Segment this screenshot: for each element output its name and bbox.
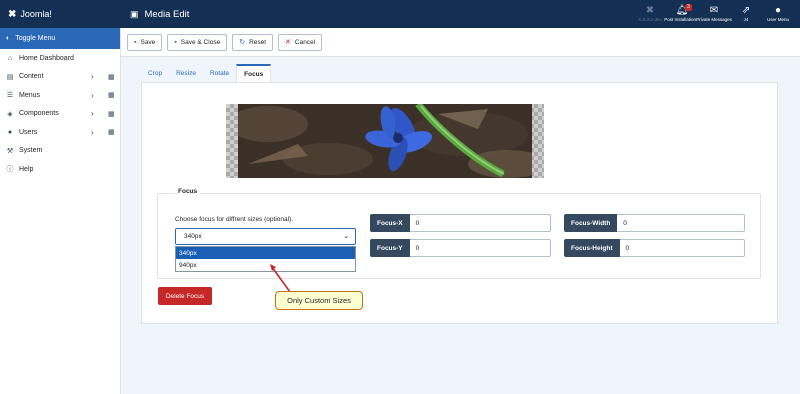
info-icon: ⓘ <box>6 166 14 174</box>
sidebar-item-label: System <box>19 147 43 155</box>
cancel-button[interactable]: ✕ Cancel <box>278 33 323 51</box>
reset-label: Reset <box>249 38 267 46</box>
sidebar-item-menus[interactable]: ☰ Menus › ▦ <box>0 86 120 105</box>
post-installation-button[interactable]: 🔔︎ 3 Post Installation... <box>664 0 700 28</box>
home-icon: ⌂ <box>7 54 13 62</box>
version-label: X.X.X.x dev <box>638 17 662 22</box>
file-icon: ▤ <box>6 73 14 81</box>
save-close-button[interactable]: ▪ Save & Close <box>167 33 228 51</box>
sidebar-item-label: Components <box>19 110 59 118</box>
close-icon: ✕ <box>285 39 291 46</box>
brand-name: Joomla! <box>20 9 52 19</box>
sidebar-item-content[interactable]: ▤ Content › ▦ <box>0 68 120 87</box>
private-messages-label: Private Messages <box>696 17 732 22</box>
sidebar-item-label: Home Dashboard <box>19 54 74 62</box>
edit-tabs: Crop Resize Rotate Focus <box>141 64 272 82</box>
dashboard-grid-icon[interactable]: ▦ <box>108 91 115 99</box>
flower-photo-graphic <box>238 104 532 178</box>
focus-width-input[interactable]: 0 <box>617 214 745 232</box>
joomla-logo[interactable]: ✖ Joomla! <box>0 0 121 28</box>
sidebar-item-label: Content <box>19 73 44 81</box>
external-link-icon: ⇗ <box>741 5 751 16</box>
user-menu-button[interactable]: ● User Menu <box>762 0 794 28</box>
version-link[interactable]: ✖ X.X.X.x dev <box>634 0 666 28</box>
focus-legend: Focus <box>175 188 201 195</box>
sidebar-item-label: Help <box>19 165 34 173</box>
user-icon: ● <box>774 5 782 16</box>
dashboard-grid-icon[interactable]: ▦ <box>108 73 115 81</box>
private-messages-button[interactable]: ✉ Private Messages <box>696 0 732 28</box>
user-menu-label: User Menu <box>766 17 789 22</box>
dashboard-grid-icon[interactable]: ▦ <box>108 128 115 136</box>
toggle-menu-label: Toggle Menu <box>15 35 56 42</box>
list-icon: ☰ <box>6 92 14 100</box>
refresh-icon: ↻ <box>239 39 246 46</box>
sidebar-item-label: Menus <box>19 91 41 99</box>
annotation-callout: Only Custom Sizes <box>275 291 363 310</box>
chevron-down-icon: ⌄ <box>343 233 349 240</box>
joomla-icon: ✖ <box>8 8 17 20</box>
focus-height-input[interactable]: 0 <box>619 239 745 257</box>
joomla-icon: ✖ <box>645 5 655 16</box>
chevron-right-icon[interactable]: › <box>91 109 94 118</box>
focus-x-label: Focus-X <box>370 214 410 232</box>
save-label: Save <box>140 38 156 46</box>
tab-rotate[interactable]: Rotate <box>203 64 236 82</box>
image-preview[interactable] <box>226 104 544 178</box>
users-icon: ● <box>7 128 13 136</box>
focus-width-label: Focus-Width <box>564 214 618 232</box>
chevron-right-icon[interactable]: › <box>91 72 94 81</box>
focus-height-group: Focus-Height 0 <box>564 239 745 257</box>
header-actions: ✖ X.X.X.x dev 🔔︎ 3 Post Installation... … <box>634 0 794 28</box>
delete-focus-button[interactable]: Delete Focus <box>158 287 212 305</box>
sidebar-item-system[interactable]: ⚒ System <box>0 142 120 161</box>
top-header: ✖ Joomla! ▣ Media Edit ✖ X.X.X.x dev 🔔︎ … <box>0 0 800 28</box>
focus-y-input[interactable]: 0 <box>409 239 551 257</box>
post-installation-label: Post Installation... <box>664 17 700 22</box>
chevron-right-icon[interactable]: › <box>91 128 94 137</box>
toggle-icon: ◐ <box>6 35 11 42</box>
focus-x-input[interactable]: 0 <box>409 214 551 232</box>
reset-button[interactable]: ↻ Reset <box>232 33 274 51</box>
focus-size-select[interactable]: 340px ⌄ <box>175 228 356 245</box>
image-icon: ▣ <box>130 8 139 19</box>
sidebar: ◐ Toggle Menu ⌂ Home Dashboard ▤ Content… <box>0 28 121 394</box>
flower-photo <box>238 104 532 178</box>
tab-crop[interactable]: Crop <box>141 64 169 82</box>
dashboard-grid-icon[interactable]: ▦ <box>108 110 115 118</box>
toggle-menu-button[interactable]: ◐ Toggle Menu <box>0 28 120 49</box>
focus-y-label: Focus-Y <box>370 239 410 257</box>
notification-badge: 3 <box>685 4 692 11</box>
toolbar: ▪ Save ▪ Save & Close ↻ Reset ✕ Cancel <box>121 28 800 57</box>
selected-size: 340px <box>184 233 202 240</box>
cubes-icon: ◈ <box>7 110 13 118</box>
site-link-button[interactable]: ⇗ J4 <box>730 0 762 28</box>
tab-focus[interactable]: Focus <box>236 64 272 82</box>
sidebar-item-label: Users <box>19 128 38 136</box>
sidebar-item-help[interactable]: ⓘ Help <box>0 160 120 179</box>
page-title: ▣ Media Edit <box>121 9 189 20</box>
wrench-icon: ⚒ <box>6 147 14 155</box>
envelope-icon: ✉ <box>709 5 719 16</box>
page-title-text: Media Edit <box>144 8 190 20</box>
site-link-label: J4 <box>743 17 749 22</box>
sidebar-item-components[interactable]: ◈ Components › ▦ <box>0 105 120 124</box>
chevron-right-icon[interactable]: › <box>91 91 94 100</box>
save-icon: ▪ <box>134 38 137 46</box>
focus-size-hint: Choose focus for diffrent sizes (optiona… <box>175 216 294 223</box>
cancel-label: Cancel <box>294 38 316 46</box>
sidebar-item-home-dashboard[interactable]: ⌂ Home Dashboard <box>0 49 120 68</box>
focus-width-group: Focus-Width 0 <box>564 214 745 232</box>
focus-x-group: Focus-X 0 <box>370 214 551 232</box>
sidebar-item-users[interactable]: ● Users › ▦ <box>0 123 120 142</box>
focus-height-label: Focus-Height <box>564 239 620 257</box>
focus-y-group: Focus-Y 0 <box>370 239 551 257</box>
tab-resize[interactable]: Resize <box>169 64 203 82</box>
save-icon: ▪ <box>174 38 177 46</box>
save-button[interactable]: ▪ Save <box>127 33 163 51</box>
save-close-label: Save & Close <box>180 38 221 46</box>
